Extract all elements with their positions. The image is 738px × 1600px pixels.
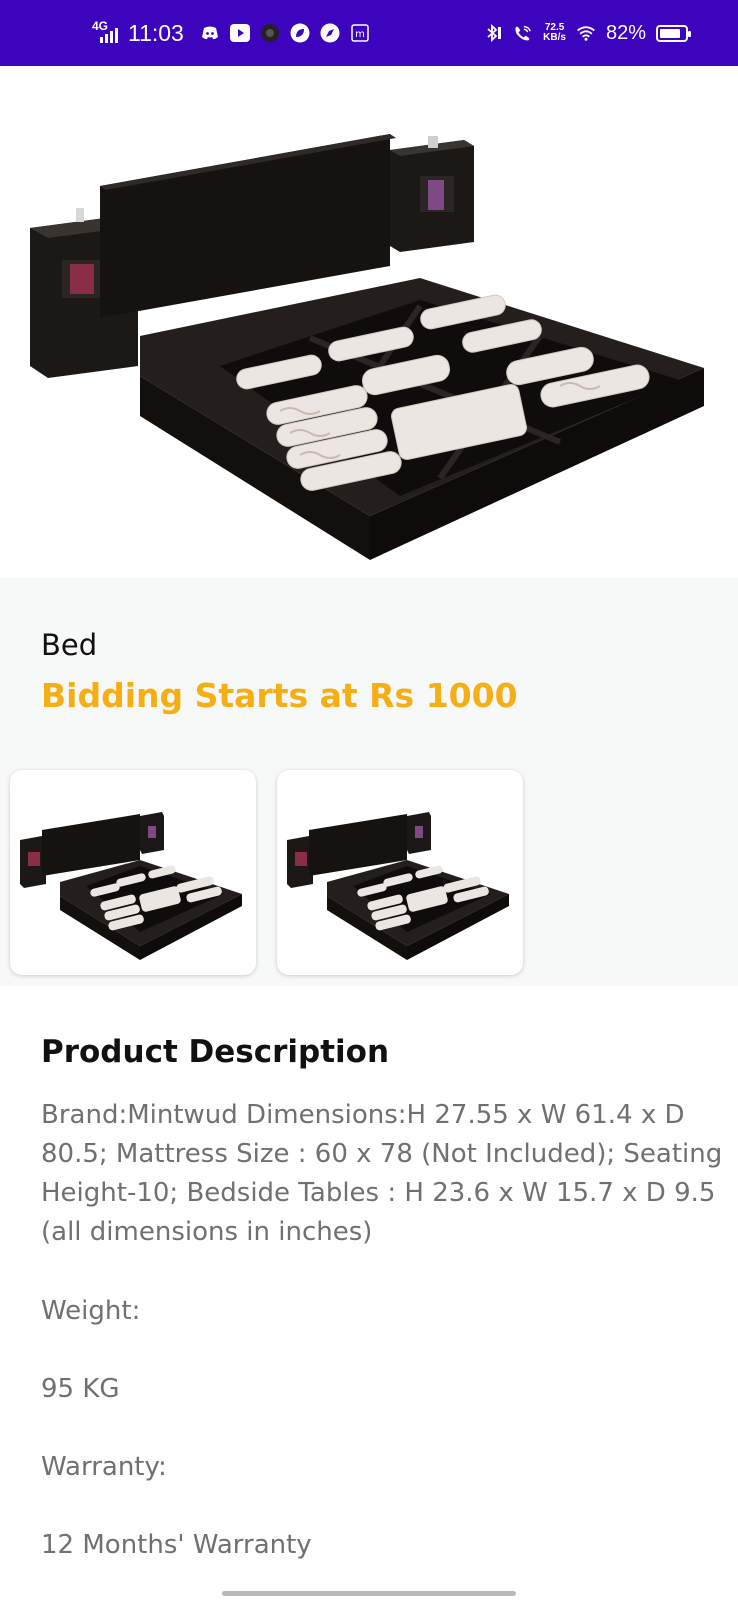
m-app-icon: m bbox=[350, 23, 370, 43]
wifi-icon bbox=[576, 23, 596, 43]
app-circle-icon bbox=[260, 23, 280, 43]
network-speed-unit: KB/s bbox=[543, 32, 566, 43]
home-indicator[interactable] bbox=[222, 1591, 516, 1596]
signal-icon: 4G bbox=[92, 19, 118, 45]
product-thumbnail[interactable] bbox=[277, 770, 523, 975]
status-bar: 4G 11:03 m 72.5 KB/s 82% bbox=[0, 0, 738, 66]
product-thumbnail[interactable] bbox=[10, 770, 256, 975]
product-title: Bed bbox=[41, 628, 98, 662]
battery-icon bbox=[656, 24, 691, 42]
warranty-value: 12 Months' Warranty bbox=[41, 1530, 312, 1560]
clock: 11:03 bbox=[128, 19, 184, 46]
bluetooth-icon bbox=[483, 23, 503, 43]
battery-fill bbox=[660, 28, 680, 38]
wifi-calling-icon bbox=[513, 23, 533, 43]
bed-image bbox=[30, 134, 704, 560]
discord-icon bbox=[200, 23, 220, 43]
product-main-image[interactable] bbox=[0, 66, 738, 578]
network-speed: 72.5 KB/s bbox=[543, 23, 566, 43]
weight-label: Weight: bbox=[41, 1296, 141, 1326]
weight-value: 95 KG bbox=[41, 1374, 120, 1404]
status-bar-right: 72.5 KB/s 82% bbox=[483, 21, 691, 45]
youtube-icon bbox=[229, 23, 250, 43]
status-bar-left: 4G 11:03 m bbox=[92, 19, 370, 47]
leaf-app-icon bbox=[290, 23, 310, 43]
compass-icon bbox=[320, 23, 340, 43]
description-body: Brand:Mintwud Dimensions:H 27.55 x W 61.… bbox=[41, 1100, 723, 1247]
bed-thumbnail-image bbox=[287, 812, 509, 960]
warranty-label: Warranty: bbox=[41, 1452, 167, 1482]
bid-price-text: Bidding Starts at Rs 1000 bbox=[41, 676, 518, 715]
svg-text:m: m bbox=[355, 29, 365, 40]
battery-percent: 82% bbox=[605, 21, 646, 44]
description-heading: Product Description bbox=[41, 1034, 390, 1070]
bed-thumbnail-image bbox=[20, 812, 242, 960]
